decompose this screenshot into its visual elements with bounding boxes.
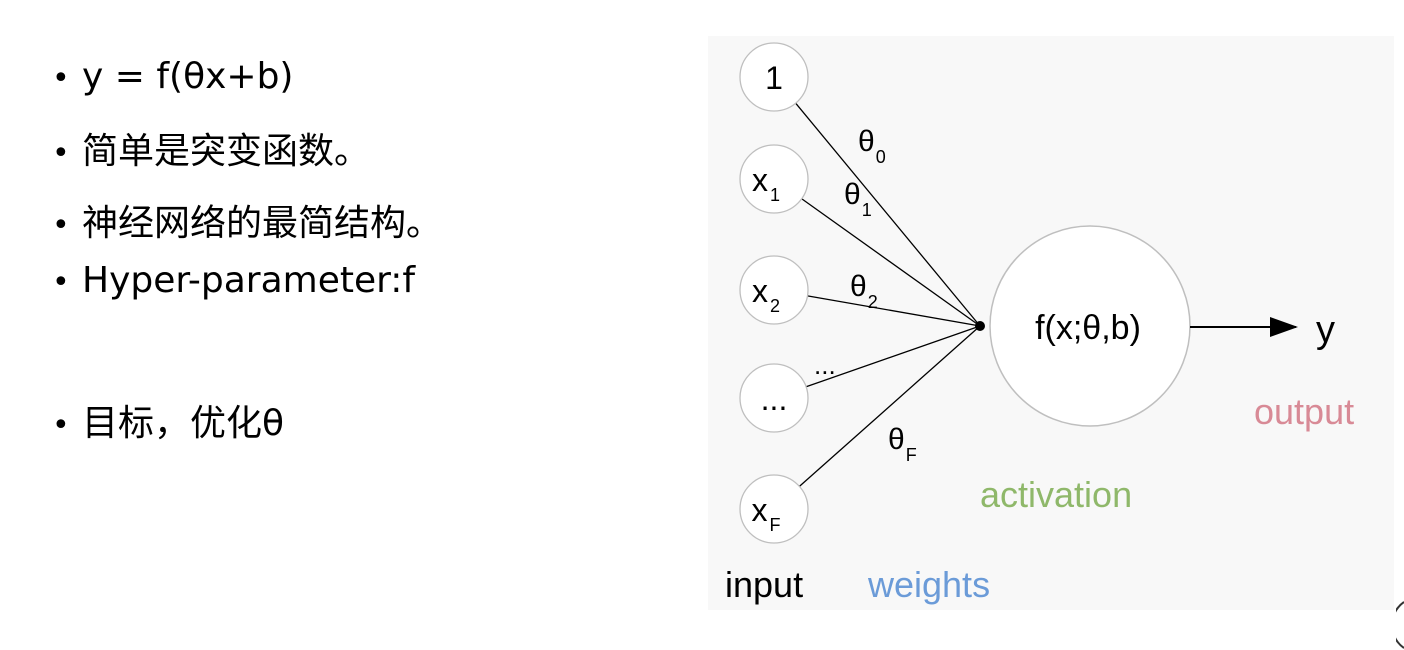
input-node: ...	[739, 363, 809, 433]
bullet-simplest-structure: 神经网络的最简结构。	[52, 194, 442, 246]
output-symbol: y	[1316, 309, 1335, 351]
legend-input: input	[725, 564, 803, 605]
input-node: x1	[739, 144, 809, 214]
input-node-label: ...	[761, 381, 788, 417]
perceptron-diagram-panel: 1 x 1 x 2... x F θ0 θ1 θ2... θF f(x;θ,b) y input …	[708, 36, 1394, 610]
input-node: 1	[739, 42, 809, 112]
input-node: x2	[739, 255, 809, 325]
perceptron-diagram: 1x 1x 2...x F θ0θ1θ2...θF f(x;θ,b) y input …	[725, 42, 1354, 605]
input-node-subscript: 1	[770, 185, 780, 205]
activation-node-label: f(x;θ,b)	[1035, 309, 1141, 347]
weight-edge	[807, 295, 981, 327]
input-node: xF	[739, 474, 809, 544]
weight-subscript: F	[906, 445, 917, 465]
input-node-subscript: F	[770, 515, 781, 535]
weight-label: θ0	[858, 125, 886, 167]
weight-subscript: 0	[876, 147, 886, 167]
summation-point	[975, 321, 985, 331]
page-edge-decoration	[1396, 601, 1404, 649]
bullet-step-function: 简单是突变函数。	[52, 122, 370, 174]
input-node-subscript: 2	[770, 296, 780, 316]
legend-weights: weights	[867, 564, 990, 605]
weight-subscript: 2	[868, 292, 878, 312]
weight-label: θ1	[844, 178, 872, 220]
weight-subscript: 1	[862, 200, 872, 220]
legend-output: output	[1254, 391, 1354, 432]
legend-activation: activation	[980, 474, 1132, 515]
bullet-hyperparameter: Hyper-parameter:f	[52, 260, 415, 301]
bullet-objective: 目标，优化θ	[52, 394, 284, 446]
input-node-label: 1	[765, 60, 783, 96]
weight-label: ...	[814, 350, 836, 380]
bullet-formula: y = f(θx+b)	[52, 56, 293, 97]
weight-label: θF	[888, 423, 917, 465]
